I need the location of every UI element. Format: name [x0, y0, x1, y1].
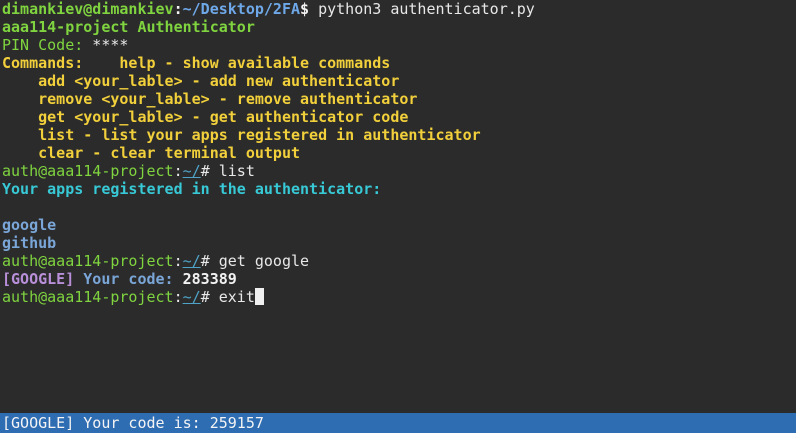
text-cursor	[254, 288, 264, 305]
code-label: Your code:	[74, 270, 174, 288]
command-get: get <your_lable> - get authenticator cod…	[2, 108, 409, 126]
app-list-item: github	[2, 234, 796, 252]
app-name-github: github	[2, 234, 57, 252]
apps-heading-line: Your apps registered in the authenticato…	[2, 180, 796, 198]
command-remove-line: remove <your_lable> - remove authenticat…	[2, 90, 796, 108]
code-value: 283389	[173, 270, 237, 288]
command-clear-line: clear - clear terminal output	[2, 144, 796, 162]
apps-heading: Your apps registered in the authenticato…	[2, 180, 382, 198]
command-add: add <your_lable> - add new authenticator	[2, 72, 400, 90]
app-title-line: aaa114-project Authenticator	[2, 18, 796, 36]
shell-separator: :	[173, 0, 183, 18]
command-help: help - show available commands	[83, 54, 391, 72]
command-list: list - list your apps registered in auth…	[2, 126, 481, 144]
command-list-line: list - list your apps registered in auth…	[2, 126, 796, 144]
command-clear: clear - clear terminal output	[2, 144, 301, 162]
shell-command: python3 authenticator.py	[309, 0, 535, 18]
status-bar: [GOOGLE] Your code is: 259157	[0, 413, 796, 433]
prompt-path: ~/	[182, 252, 201, 270]
shell-path: ~/Desktop/2FA	[182, 0, 301, 18]
prompt-hash: #	[200, 162, 219, 180]
prompt-command-input[interactable]: exit	[219, 288, 255, 306]
prompt-line-get: auth@aaa114-project:~/# get google	[2, 252, 796, 270]
terminal-window[interactable]: dimankiev@dimankiev:~/Desktop/2FA$ pytho…	[0, 0, 796, 433]
prompt-line-exit[interactable]: auth@aaa114-project:~/# exit	[2, 288, 796, 306]
app-name-google: google	[2, 216, 57, 234]
prompt-path: ~/	[182, 162, 201, 180]
code-tag: [GOOGLE]	[2, 270, 75, 288]
code-result-line: [GOOGLE] Your code: 283389	[2, 270, 796, 288]
prompt-path: ~/	[182, 288, 201, 306]
app-list-item: google	[2, 216, 796, 234]
prompt-user-host: auth@aaa114-project	[2, 252, 174, 270]
pin-line: PIN Code: ****	[2, 36, 796, 54]
shell-command-line: dimankiev@dimankiev:~/Desktop/2FA$ pytho…	[2, 0, 796, 18]
prompt-user-host: auth@aaa114-project	[2, 288, 174, 306]
pin-label: PIN Code:	[2, 36, 84, 54]
shell-user-host: dimankiev@dimankiev	[2, 0, 174, 18]
prompt-separator: :	[173, 162, 183, 180]
shell-dollar: $	[300, 0, 310, 18]
command-add-line: add <your_lable> - add new authenticator	[2, 72, 796, 90]
prompt-separator: :	[173, 252, 183, 270]
command-get-line: get <your_lable> - get authenticator cod…	[2, 108, 796, 126]
prompt-command-get: get google	[218, 252, 310, 270]
prompt-hash: #	[200, 288, 219, 306]
prompt-command-list: list	[218, 162, 255, 180]
terminal-output: dimankiev@dimankiev:~/Desktop/2FA$ pytho…	[2, 0, 796, 306]
app-title: aaa114-project Authenticator	[2, 18, 255, 36]
prompt-user-host: auth@aaa114-project	[2, 162, 174, 180]
pin-value: ****	[83, 36, 129, 54]
prompt-hash: #	[200, 252, 219, 270]
prompt-line-list: auth@aaa114-project:~/# list	[2, 162, 796, 180]
commands-help-line: Commands: help - show available commands	[2, 54, 796, 72]
command-remove: remove <your_lable> - remove authenticat…	[2, 90, 418, 108]
prompt-separator: :	[173, 288, 183, 306]
commands-header: Commands:	[2, 54, 84, 72]
